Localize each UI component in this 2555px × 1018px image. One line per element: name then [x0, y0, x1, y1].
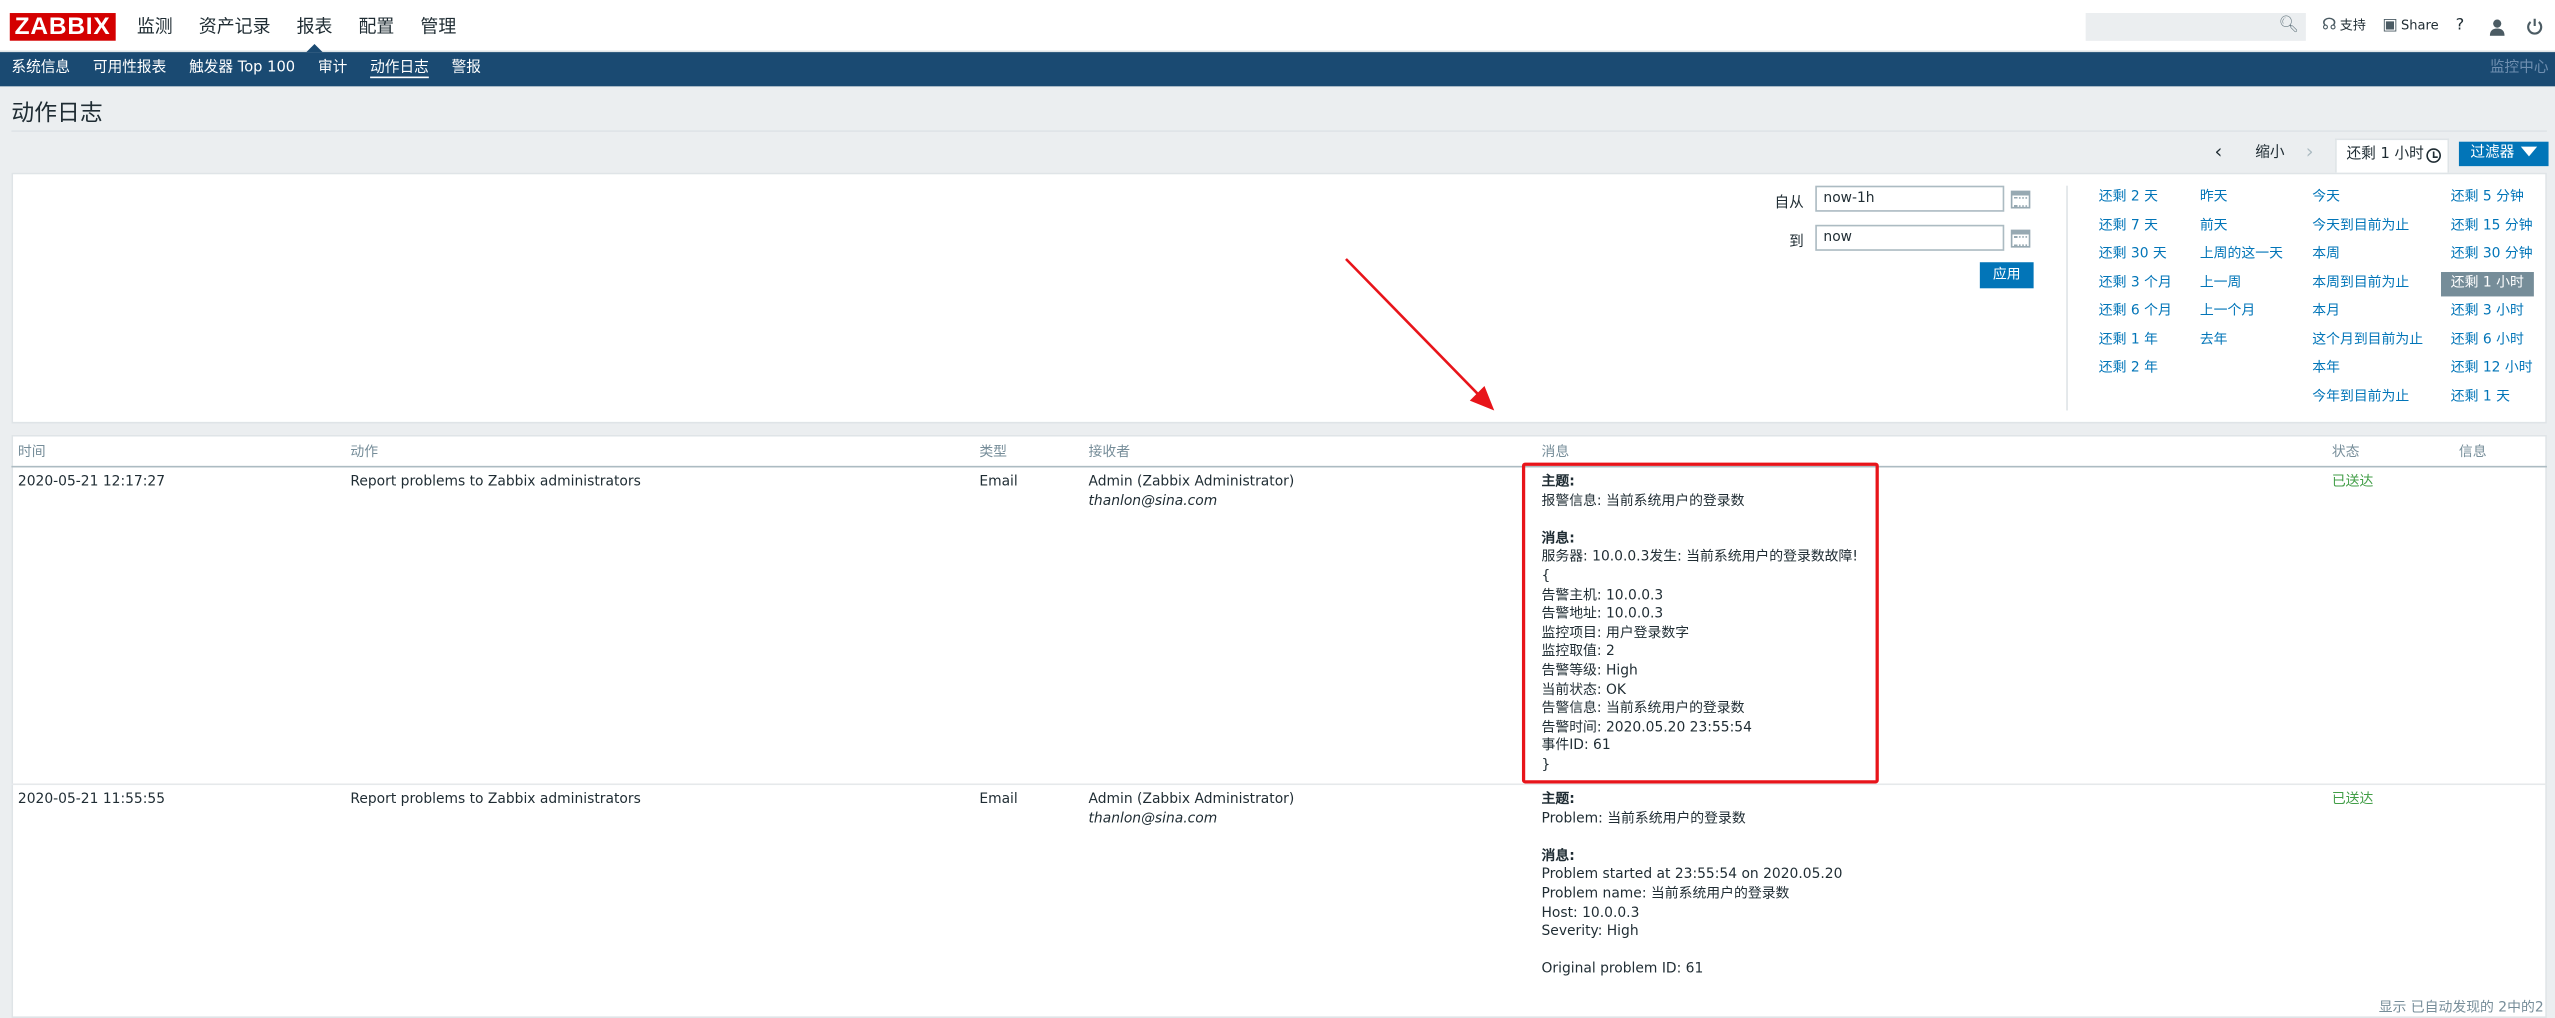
- annotation-arrow: [1345, 258, 1495, 411]
- annotation-highlight-box: [1521, 462, 1879, 784]
- zabbix-page: ZABBIX 监测 资产记录 报表 配置 管理 🔍︎ ☊ 支持 ▣ Share ? 系统…: [0, 0, 2555, 1018]
